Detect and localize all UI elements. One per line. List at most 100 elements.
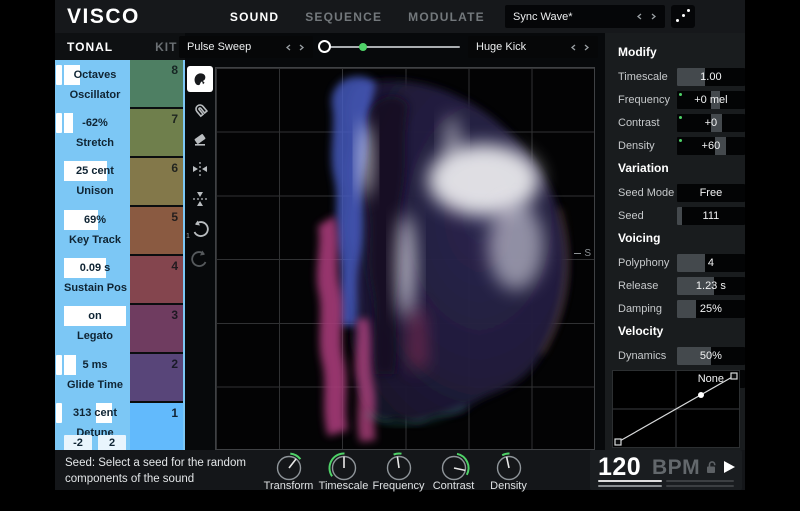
cell-5[interactable]: 5	[130, 207, 183, 256]
param-unison[interactable]: 25 cent Unison	[64, 161, 126, 197]
knob-timescale[interactable]: Timescale	[316, 451, 371, 492]
next-target-icon[interactable]	[583, 44, 590, 51]
knob-transform-dial[interactable]	[269, 451, 309, 483]
tab-kit[interactable]: KIT	[155, 40, 177, 54]
param-handle[interactable]	[56, 65, 62, 85]
param-label: Stretch	[64, 137, 126, 149]
tempo-lock-icon[interactable]	[703, 459, 719, 475]
polyphony-field[interactable]: 4	[677, 254, 745, 272]
randomize-button[interactable]	[671, 5, 695, 28]
bpm-value[interactable]: 120	[598, 453, 641, 482]
tab-sequence[interactable]: SEQUENCE	[305, 10, 382, 24]
contrast-field[interactable]: +0	[677, 114, 745, 132]
redo-button[interactable]	[187, 246, 213, 272]
param-value: 69%	[64, 210, 126, 230]
param-key-track[interactable]: 69% Key Track	[64, 210, 126, 246]
curve-handle-start[interactable]	[615, 439, 621, 445]
undo-icon	[190, 219, 210, 239]
tab-modulate[interactable]: MODULATE	[408, 10, 485, 24]
param-handle[interactable]	[56, 355, 62, 375]
knob-frequency-dial[interactable]	[379, 451, 419, 483]
param-detune[interactable]: 313 cent Detune	[64, 403, 126, 439]
param-glide-time[interactable]: 5 ms Glide Time	[64, 355, 126, 391]
sustain-marker: S	[574, 248, 591, 259]
row-contrast: Contrast +0	[618, 111, 745, 134]
cell-4[interactable]: 4	[130, 256, 183, 305]
cell-7[interactable]: 7	[130, 109, 183, 158]
knob-density[interactable]: Density	[481, 451, 536, 492]
timescale-field[interactable]: 1.00	[677, 68, 745, 86]
param-label: Oscillator	[64, 89, 126, 101]
knob-timescale-dial[interactable]	[324, 451, 364, 483]
seed-mode-field[interactable]: Free	[677, 184, 745, 202]
eraser-tool-button[interactable]	[187, 126, 213, 152]
knob-contrast[interactable]: Contrast	[426, 451, 481, 492]
sound-blob[interactable]	[216, 68, 594, 449]
param-handle[interactable]	[56, 403, 62, 423]
morph-slider-track[interactable]	[324, 46, 460, 48]
bpm-unit: BPM	[652, 456, 700, 480]
mirror-vertical-tool-button[interactable]	[187, 186, 213, 212]
morph-slider-handle[interactable]	[318, 40, 331, 53]
param-value: 5 ms	[64, 355, 126, 375]
sustain-tick	[574, 253, 581, 254]
knob-transform[interactable]: Transform	[261, 451, 316, 492]
status-tooltip: Seed: Select a seed for the random compo…	[65, 455, 246, 487]
morph-slider[interactable]	[318, 36, 466, 58]
row-density: Density +60	[618, 134, 745, 157]
prev-source-icon[interactable]	[285, 44, 292, 51]
transport-bar[interactable]	[598, 480, 662, 482]
dynamics-field[interactable]: 50%	[677, 347, 745, 365]
prev-target-icon[interactable]	[570, 44, 577, 51]
morph-source-selector[interactable]: Pulse Sweep	[179, 36, 313, 58]
prev-patch-icon[interactable]	[636, 13, 643, 20]
draw-tool-button[interactable]	[187, 66, 213, 92]
transport-bar[interactable]	[666, 485, 734, 487]
transport-bar[interactable]	[666, 480, 734, 482]
canvas-toolbar: 1	[185, 63, 215, 450]
seed-field[interactable]: 111	[677, 207, 745, 225]
knob-frequency[interactable]: Frequency	[371, 451, 426, 492]
cell-3[interactable]: 3	[130, 305, 183, 354]
patch-selector[interactable]: Sync Wave*	[505, 5, 665, 28]
macro-knobs: Transform Timescale Fr	[261, 451, 536, 492]
undo-button[interactable]: 1	[187, 216, 213, 242]
release-field[interactable]: 1.23 s	[677, 277, 745, 295]
param-oscillator[interactable]: Octaves Oscillator	[64, 65, 126, 101]
transport-bar[interactable]	[598, 485, 662, 487]
curve-point[interactable]	[698, 392, 704, 398]
mirror-vertical-icon	[191, 190, 209, 208]
section-title-voicing: Voicing	[618, 231, 745, 245]
mirror-horizontal-tool-button[interactable]	[187, 156, 213, 182]
cell-8[interactable]: 8	[130, 60, 183, 109]
mod-indicator-dot	[679, 116, 682, 119]
knob-contrast-dial[interactable]	[434, 451, 474, 483]
model-field[interactable]: None	[677, 370, 745, 388]
spectral-canvas[interactable]: S	[215, 67, 595, 450]
frequency-field[interactable]: +0 mel	[677, 91, 745, 109]
cell-6[interactable]: 6	[130, 158, 183, 207]
param-sustain-pos[interactable]: 0.09 s Sustain Pos	[64, 258, 126, 294]
next-patch-icon[interactable]	[650, 13, 657, 20]
morph-target-selector[interactable]: Huge Kick	[468, 36, 598, 58]
play-button[interactable]	[724, 461, 735, 473]
param-value: -62%	[64, 113, 126, 133]
param-legato[interactable]: on Legato	[64, 306, 126, 342]
magnet-icon	[191, 100, 209, 118]
tab-sound[interactable]: SOUND	[230, 10, 279, 24]
param-value: Octaves	[64, 65, 126, 85]
cell-2[interactable]: 2	[130, 354, 183, 403]
cell-1[interactable]: 1	[130, 403, 183, 450]
top-bar: VISCO SOUND SEQUENCE MODULATE MIX Sync W…	[55, 0, 745, 33]
left-panel-tabs: TONAL KIT	[55, 33, 185, 60]
next-source-icon[interactable]	[298, 44, 305, 51]
param-value: 0.09 s	[64, 258, 126, 278]
param-handle[interactable]	[56, 113, 62, 133]
knob-density-dial[interactable]	[489, 451, 529, 483]
density-field[interactable]: +60	[677, 137, 745, 155]
magnet-tool-button[interactable]	[187, 96, 213, 122]
param-label: Sustain Pos	[64, 282, 126, 294]
tab-tonal[interactable]: TONAL	[67, 40, 113, 54]
damping-field[interactable]: 25%	[677, 300, 745, 318]
param-stretch[interactable]: -62% Stretch	[64, 113, 126, 149]
